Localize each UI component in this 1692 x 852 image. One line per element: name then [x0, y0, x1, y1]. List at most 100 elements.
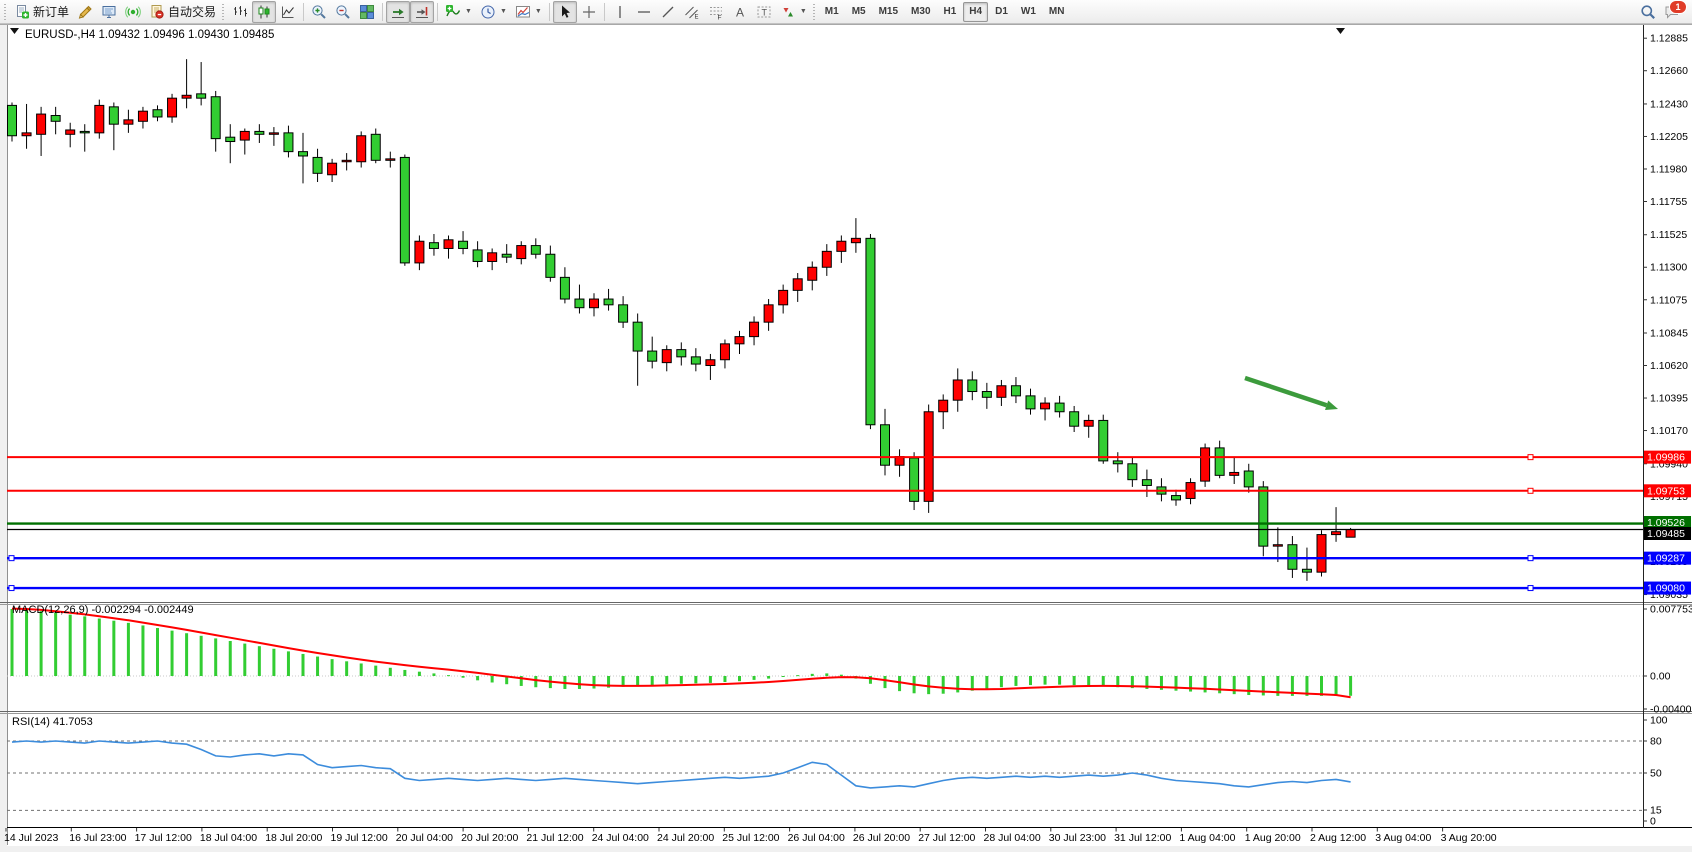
line-handle[interactable]: [9, 556, 14, 561]
trendline-button[interactable]: [656, 1, 680, 23]
price-axis-label: 1.10845: [1650, 328, 1688, 340]
new-order-icon: [14, 4, 30, 20]
time-axis-label: 1 Aug 04:00: [1179, 832, 1235, 844]
group-grip: [812, 4, 816, 20]
svg-text:T: T: [761, 7, 767, 17]
signals-button[interactable]: [121, 1, 145, 23]
macd-bar: [403, 670, 406, 676]
macd-bar: [753, 676, 756, 680]
line-handle[interactable]: [1528, 488, 1533, 493]
line-handle[interactable]: [1528, 586, 1533, 591]
macd-bar: [418, 672, 421, 676]
vertical-line-button[interactable]: [608, 1, 632, 23]
macd-bar: [723, 676, 726, 682]
left-gutter: [0, 24, 7, 852]
timeframe-h4[interactable]: H4: [963, 2, 988, 22]
candle: [211, 97, 220, 139]
line-chart-button[interactable]: [276, 1, 300, 23]
timeframe-m30[interactable]: M30: [905, 2, 936, 22]
zoom-out-button[interactable]: [331, 1, 355, 23]
styler-button[interactable]: [73, 1, 97, 23]
periods-button[interactable]: ▼: [476, 1, 511, 23]
text-button[interactable]: A: [728, 1, 752, 23]
candle: [1113, 461, 1122, 464]
candlestick-chart-button[interactable]: [252, 1, 276, 23]
time-axis-label: 27 Jul 12:00: [918, 832, 975, 844]
macd-bar: [69, 615, 72, 676]
bar-chart-button[interactable]: [228, 1, 252, 23]
auto-scroll-button[interactable]: [386, 1, 410, 23]
time-axis-label: 26 Jul 20:00: [853, 832, 910, 844]
candle: [168, 98, 177, 117]
candle: [284, 133, 293, 152]
notifications-button[interactable]: 1: [1664, 4, 1680, 20]
timeframe-d1[interactable]: D1: [989, 2, 1014, 22]
cursor-button[interactable]: [553, 1, 577, 23]
timeframe-h1[interactable]: H1: [938, 2, 963, 22]
search-icon[interactable]: [1640, 4, 1656, 20]
crosshair-button[interactable]: [577, 1, 601, 23]
candle: [357, 136, 366, 162]
time-axis-label: 21 Jul 12:00: [526, 832, 583, 844]
chart-shift-button[interactable]: [410, 1, 434, 23]
timeframe-w1[interactable]: W1: [1015, 2, 1042, 22]
macd-bar: [200, 636, 203, 676]
macd-bar: [1000, 676, 1003, 687]
candle: [124, 120, 133, 124]
toolbar-right: 1: [1640, 4, 1690, 20]
indicators-button[interactable]: ▼: [441, 1, 476, 23]
crosshair-icon: [581, 4, 597, 20]
macd-bar: [141, 625, 144, 676]
timeframe-m1[interactable]: M1: [819, 2, 845, 22]
candle: [808, 267, 817, 280]
candle: [51, 116, 60, 122]
line-handle[interactable]: [1528, 556, 1533, 561]
timeframe-mn[interactable]: MN: [1043, 2, 1071, 22]
auto-trading-button[interactable]: 自动交易: [145, 1, 220, 23]
candle: [95, 105, 104, 132]
new-order-label: 新订单: [33, 3, 69, 20]
candle: [677, 350, 686, 357]
candle: [240, 131, 249, 140]
dropdown-caret-icon: ▼: [465, 8, 472, 15]
equidistant-channel-button[interactable]: E: [680, 1, 704, 23]
tile-windows-button[interactable]: [355, 1, 379, 23]
svg-text:A: A: [736, 5, 744, 19]
candle: [342, 160, 351, 161]
text-label-button[interactable]: T: [752, 1, 776, 23]
candle: [953, 380, 962, 400]
candle: [706, 360, 715, 366]
chart-shift-icon: [414, 4, 430, 20]
horizontal-line-button[interactable]: [632, 1, 656, 23]
candle: [662, 350, 671, 363]
metaeditor-button[interactable]: [97, 1, 121, 23]
channel-icon: E: [684, 4, 700, 20]
timeframe-group: M1M5M15M30H1H4D1W1MN: [819, 2, 1071, 22]
macd-bar: [171, 631, 174, 676]
timeframe-m5[interactable]: M5: [846, 2, 872, 22]
time-axis-label: 19 Jul 12:00: [331, 832, 388, 844]
auto-scroll-icon: [390, 4, 406, 20]
text-label-icon: T: [756, 4, 772, 20]
indicators-icon: [445, 4, 461, 20]
line-handle[interactable]: [9, 586, 14, 591]
new-order-button[interactable]: 新订单: [10, 1, 73, 23]
zoom-in-button[interactable]: [307, 1, 331, 23]
fibonacci-button[interactable]: F: [704, 1, 728, 23]
candle: [1244, 471, 1253, 487]
macd-bar: [243, 644, 246, 676]
macd-bar: [680, 676, 683, 684]
line-handle[interactable]: [1528, 455, 1533, 460]
templates-button[interactable]: ▼: [511, 1, 546, 23]
macd-bar: [927, 676, 930, 694]
candle: [415, 241, 424, 263]
chart-background[interactable]: [0, 24, 1692, 852]
chart-canvas[interactable]: 1.128851.126601.124301.122051.119801.117…: [0, 0, 1692, 852]
macd-bar: [1029, 676, 1032, 685]
bid-price-badge-text: 1.09485: [1647, 528, 1685, 540]
timeframe-m15[interactable]: M15: [873, 2, 904, 22]
candle: [1332, 532, 1341, 535]
price-axis-label: 1.10395: [1650, 393, 1688, 405]
arrows-button[interactable]: ▼: [776, 1, 811, 23]
candle: [1011, 386, 1020, 396]
